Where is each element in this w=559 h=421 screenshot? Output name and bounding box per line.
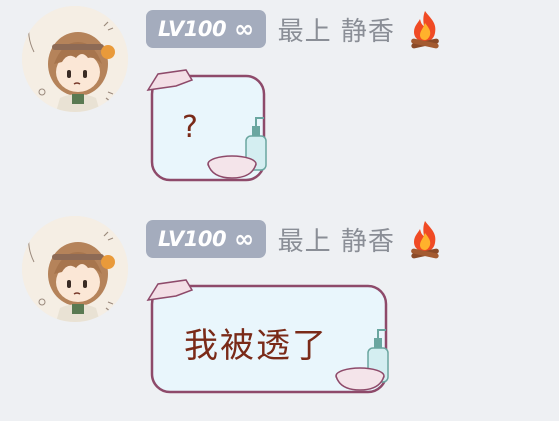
avatar-illustration [22,216,128,322]
level-text: LV100 [158,227,227,251]
sender-row: LV100 ∞ 最上 静香 [146,9,443,49]
avatar[interactable] [22,6,128,112]
campfire-icon [407,9,443,49]
level-text: LV100 [158,17,227,41]
bubble-frame [146,69,267,182]
campfire-icon [407,219,443,259]
infinity-icon: ∞ [234,15,254,43]
message-text: ? [182,110,198,145]
message-text: 我被透了 [184,326,328,366]
message-bubble[interactable]: ? [146,66,276,186]
chat-view: LV100 ∞ 最上 静香 ? LV100 ∞ 最上 静香 我被透了 [0,0,559,421]
avatar[interactable] [22,216,128,322]
message-bubble[interactable]: 我被透了 [146,276,406,402]
chat-message: LV100 ∞ 最上 静香 [0,210,559,421]
level-badge: LV100 ∞ [146,220,266,258]
level-badge: LV100 ∞ [146,10,266,48]
sender-name[interactable]: 最上 静香 [278,221,395,258]
avatar-illustration [22,6,128,112]
chat-message: LV100 ∞ 最上 静香 [0,0,559,200]
sender-row: LV100 ∞ 最上 静香 [146,219,443,259]
infinity-icon: ∞ [234,225,254,253]
sender-name[interactable]: 最上 静香 [278,11,395,48]
